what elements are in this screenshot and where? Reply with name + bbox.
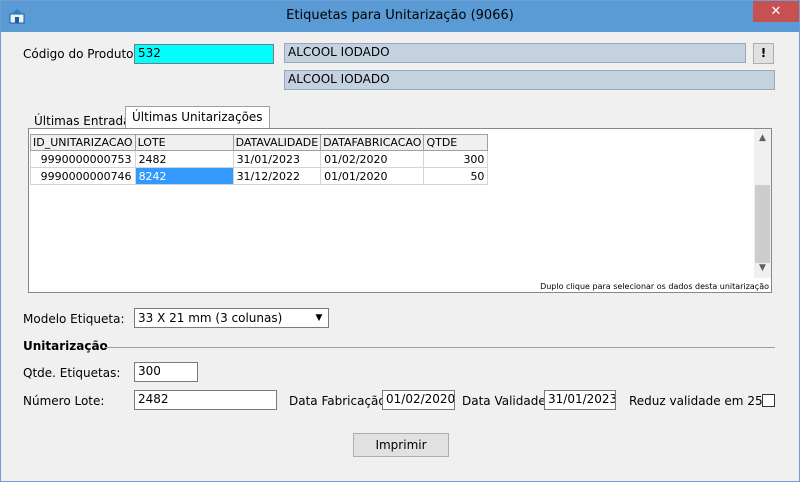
grid-hint: Duplo clique para selecionar os dados de… [540,282,769,291]
scroll-down-icon[interactable]: ▼ [754,263,771,273]
cell-fabricacao[interactable]: 01/01/2020 [320,167,425,185]
col-header-qtde[interactable]: QTDE [423,134,489,151]
col-header-fabricacao[interactable]: DATAFABRICACAO [320,134,425,151]
grid-table: ID_UNITARIZACAO LOTE DATAVALIDADE DATAFA… [30,134,489,185]
lot-input[interactable]: 2482 [134,390,277,410]
cell-fabricacao[interactable]: 01/02/2020 [320,150,425,168]
cell-validade[interactable]: 31/12/2022 [232,167,322,185]
cell-lote-selected[interactable]: 8242 [134,167,234,185]
cell-validade[interactable]: 31/01/2023 [232,150,322,168]
product-name-field: ALCOOL IODADO [284,43,746,63]
dialog-window: Etiquetas para Unitarização (9066) ✕ Cód… [0,0,800,482]
reduce-validity-label[interactable]: Reduz validade em 25% [629,394,774,408]
section-title-unitarizacao: Unitarização [23,339,108,353]
qty-input[interactable]: 300 [134,362,198,382]
scroll-up-icon[interactable]: ▲ [754,133,771,143]
cell-id[interactable]: 9990000000753 [30,150,136,168]
tab-ultimas-unitarizacoes[interactable]: Últimas Unitarizações [125,106,270,128]
alert-button[interactable]: ! [753,43,774,64]
reduce-validity-checkbox[interactable] [762,394,775,407]
model-select[interactable]: 33 X 21 mm (3 colunas) ▼ [134,308,329,328]
qty-label: Qtde. Etiquetas: [23,366,121,380]
table-row[interactable]: 9990000000753 2482 31/01/2023 01/02/2020… [30,150,489,168]
model-select-value: 33 X 21 mm (3 colunas) [138,311,283,325]
cell-id[interactable]: 9990000000746 [30,167,136,185]
model-label: Modelo Etiqueta: [23,312,125,326]
product-code-label: Código do Produto: [23,47,138,61]
cell-qtde[interactable]: 300 [423,150,489,168]
title-bar[interactable]: Etiquetas para Unitarização (9066) ✕ [1,1,799,32]
chevron-down-icon[interactable]: ▼ [310,309,328,327]
grid-vertical-scrollbar[interactable]: ▲ ▼ [754,129,771,278]
col-header-validade[interactable]: DATAVALIDADE [232,134,322,151]
fab-date-input[interactable]: 01/02/2020 [382,390,455,410]
grid-header-row: ID_UNITARIZACAO LOTE DATAVALIDADE DATAFA… [30,134,489,151]
close-button[interactable]: ✕ [753,1,799,22]
section-divider [105,347,775,348]
unitization-grid[interactable]: ID_UNITARIZACAO LOTE DATAVALIDADE DATAFA… [28,128,772,293]
product-description-field: ALCOOL IODADO [284,70,775,90]
scroll-thumb[interactable] [755,185,770,263]
fab-date-label: Data Fabricação: [289,394,390,408]
lot-label: Número Lote: [23,394,105,408]
table-row[interactable]: 9990000000746 8242 31/12/2022 01/01/2020… [30,167,489,185]
window-title: Etiquetas para Unitarização (9066) [286,8,514,23]
col-header-lote[interactable]: LOTE [134,134,234,151]
product-code-input[interactable]: 532 [134,44,274,64]
close-icon: ✕ [770,4,782,19]
cell-qtde[interactable]: 50 [423,167,489,185]
col-header-id[interactable]: ID_UNITARIZACAO [30,134,136,151]
val-date-label: Data Validade: [462,394,550,408]
print-button[interactable]: Imprimir [353,433,449,457]
val-date-input[interactable]: 31/01/2023 [544,390,616,410]
cell-lote[interactable]: 2482 [134,150,234,168]
